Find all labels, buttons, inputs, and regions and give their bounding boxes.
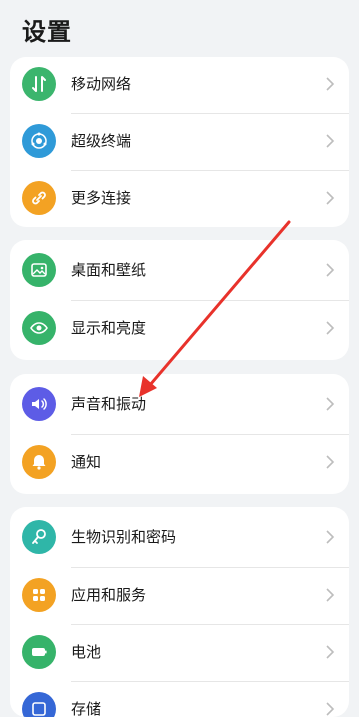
- chevron-right-icon: [326, 588, 335, 602]
- chevron-right-icon: [326, 702, 335, 716]
- settings-item-label: 更多连接: [71, 189, 132, 207]
- settings-item-label: 超级终端: [71, 132, 132, 150]
- settings-item-label: 电池: [71, 643, 102, 661]
- settings-item-battery[interactable]: 电池: [10, 625, 349, 681]
- mobile-data-icon: [22, 67, 56, 101]
- chevron-right-icon: [326, 191, 335, 205]
- chevron-right-icon: [326, 455, 335, 469]
- key-icon: [22, 520, 56, 554]
- chevron-right-icon: [326, 263, 335, 277]
- storage-icon: [22, 692, 56, 717]
- settings-group-system: 生物识别和密码 应用和服务 电池 存储: [10, 507, 349, 717]
- settings-item-label: 桌面和壁纸: [71, 261, 147, 279]
- settings-item-label: 通知: [71, 453, 102, 471]
- link-icon: [22, 181, 56, 215]
- battery-icon: [22, 635, 56, 669]
- speaker-icon: [22, 387, 56, 421]
- apps-grid-icon: [22, 578, 56, 612]
- settings-item-mobile-network[interactable]: 移动网络: [10, 57, 349, 113]
- chevron-right-icon: [326, 134, 335, 148]
- settings-item-label: 声音和振动: [71, 395, 147, 413]
- bell-icon: [22, 445, 56, 479]
- settings-item-super-device[interactable]: 超级终端: [10, 114, 349, 170]
- settings-item-label: 应用和服务: [71, 586, 147, 604]
- eye-icon: [22, 311, 56, 345]
- page-title: 设置: [22, 18, 72, 46]
- settings-item-biometrics-password[interactable]: 生物识别和密码: [10, 510, 349, 566]
- chevron-right-icon: [326, 397, 335, 411]
- chevron-right-icon: [326, 645, 335, 659]
- settings-item-label: 存储: [71, 700, 102, 717]
- settings-item-display-brightness[interactable]: 显示和亮度: [10, 301, 349, 357]
- chevron-right-icon: [326, 77, 335, 91]
- chevron-right-icon: [326, 530, 335, 544]
- settings-group-display: 桌面和壁纸 显示和亮度: [10, 240, 349, 360]
- settings-item-label: 生物识别和密码: [71, 528, 177, 546]
- settings-item-label: 显示和亮度: [71, 319, 147, 337]
- settings-group-connectivity: 移动网络 超级终端 更多连接: [10, 57, 349, 227]
- settings-group-sound-notify: 声音和振动 通知: [10, 374, 349, 494]
- settings-item-more-connections[interactable]: 更多连接: [10, 171, 349, 227]
- settings-item-apps-services[interactable]: 应用和服务: [10, 568, 349, 624]
- settings-item-notifications[interactable]: 通知: [10, 435, 349, 491]
- settings-item-home-wallpaper[interactable]: 桌面和壁纸: [10, 243, 349, 299]
- chevron-right-icon: [326, 321, 335, 335]
- super-device-icon: [22, 124, 56, 158]
- settings-item-label: 移动网络: [71, 75, 132, 93]
- wallpaper-icon: [22, 253, 56, 287]
- settings-item-sound-vibration[interactable]: 声音和振动: [10, 377, 349, 433]
- settings-item-storage[interactable]: 存储: [10, 682, 349, 717]
